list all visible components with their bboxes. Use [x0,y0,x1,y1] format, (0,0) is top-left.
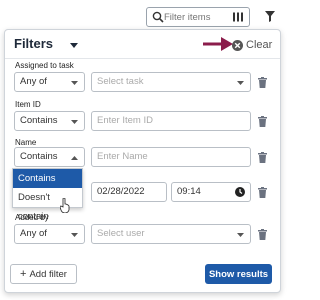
clear-button[interactable]: Clear [232,38,272,52]
caret-down-icon [237,81,244,85]
columns-icon[interactable] [232,11,244,23]
dropdown-option-contains[interactable]: Contains [13,169,82,188]
task-placeholder: Select task [97,76,144,87]
search-input[interactable] [164,10,226,24]
show-results-button[interactable]: Show results [205,264,272,284]
trash-icon[interactable] [258,116,267,127]
operator-select[interactable]: Any of [14,224,85,244]
operator-value: Any of [20,228,47,239]
dropdown-option-doesnt-contain[interactable]: Doesn't contain [13,188,82,222]
filter-icon[interactable] [265,11,275,22]
add-filter-label: Add filter [29,268,67,280]
item-id-input[interactable]: Enter Item ID [91,111,251,131]
search-icon [152,11,164,23]
operator-value: Contains [20,151,58,162]
clock-icon[interactable] [235,187,245,197]
caret-down-icon [71,233,78,237]
divider [5,58,280,59]
trash-icon[interactable] [258,229,267,240]
panel-title[interactable]: Filters [14,36,53,51]
add-filter-button[interactable]: + Add filter [10,264,77,284]
operator-value: Any of [20,76,47,87]
close-circle-icon [232,39,243,51]
pointer-arrow-icon [203,37,233,51]
plus-icon: + [20,268,27,280]
top-toolbar [0,0,286,30]
filter-label: Item ID [15,100,41,109]
caret-down-icon [237,233,244,237]
operator-value: Contains [20,115,58,126]
user-placeholder: Select user [97,228,145,239]
name-input[interactable]: Enter Name [91,147,251,167]
time-value: 09:14 [177,186,201,197]
operator-select[interactable]: Any of [14,72,85,92]
filters-panel: Filters Clear Assigned to task Any of Se… [4,29,281,293]
caret-down-icon [71,81,78,85]
filter-items-search[interactable] [146,7,250,27]
caret-up-icon [71,156,78,160]
name-placeholder: Enter Name [97,151,148,162]
date-value: 02/28/2022 [97,186,145,197]
user-select[interactable]: Select user [91,224,251,244]
trash-icon[interactable] [258,187,267,198]
operator-dropdown: Contains Doesn't contain [12,168,83,222]
item-id-placeholder: Enter Item ID [97,115,153,126]
clear-label: Clear [246,39,273,51]
trash-icon[interactable] [258,152,267,163]
caret-down-icon[interactable] [70,43,78,48]
filter-label: Name [15,138,37,147]
filter-label: Assigned to task [15,61,74,70]
date-input[interactable]: 02/28/2022 [91,182,167,202]
operator-select[interactable]: Contains [14,111,85,131]
trash-icon[interactable] [258,77,267,88]
hand-cursor-icon [60,198,70,213]
caret-down-icon [71,120,78,124]
operator-select[interactable]: Contains [14,147,85,167]
task-select[interactable]: Select task [91,72,251,92]
time-input[interactable]: 09:14 [171,182,251,202]
